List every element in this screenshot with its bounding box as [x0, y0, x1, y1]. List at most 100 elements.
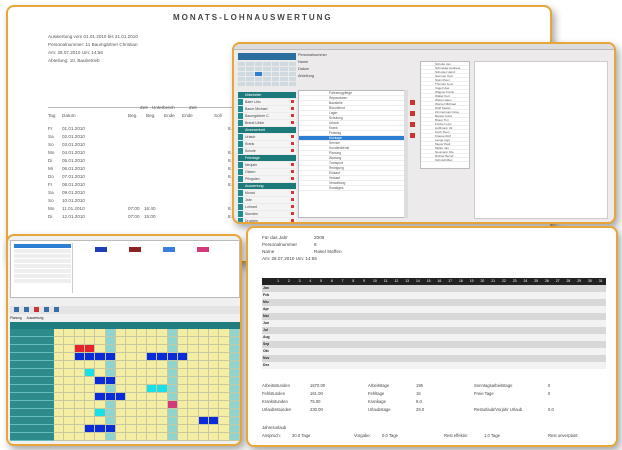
grid-cell[interactable]: [167, 425, 178, 433]
grid-cell[interactable]: [74, 353, 85, 361]
grid-cell[interactable]: [219, 377, 230, 385]
delete-button[interactable]: [410, 100, 415, 105]
calendar-day[interactable]: [254, 67, 263, 71]
calendar-day[interactable]: [288, 62, 296, 66]
grid-cell[interactable]: [146, 401, 158, 409]
remove-icon[interactable]: [291, 177, 294, 180]
grid-cell[interactable]: [157, 393, 168, 401]
calendar-day[interactable]: [246, 62, 254, 66]
grid-cell[interactable]: [115, 409, 127, 417]
sidebar-section-header[interactable]: Abwesenheit: [238, 127, 296, 133]
grid-cell[interactable]: [115, 377, 127, 385]
grid-cell[interactable]: [64, 353, 75, 361]
grid-cell[interactable]: [95, 337, 106, 345]
grid-cell[interactable]: [74, 409, 85, 417]
grid-cell[interactable]: [115, 393, 127, 401]
remove-icon[interactable]: [291, 121, 294, 124]
grid-cell[interactable]: [146, 377, 158, 385]
grid-cell[interactable]: [54, 345, 65, 353]
grid-cell[interactable]: [105, 425, 116, 433]
grid-cell[interactable]: [84, 345, 96, 353]
grid-cell[interactable]: [198, 385, 209, 393]
grid-cell[interactable]: [74, 425, 85, 433]
grid-cell[interactable]: [146, 425, 158, 433]
employee-name-cell[interactable]: [10, 369, 54, 377]
grid-cell[interactable]: [177, 417, 189, 425]
sidebar-item[interactable]: Baier Udo: [238, 99, 296, 105]
grid-cell[interactable]: [208, 393, 220, 401]
grid-cell[interactable]: [219, 409, 230, 417]
grid-cell[interactable]: [95, 401, 106, 409]
activity-list[interactable]: Fahrzeugpflege Reparaturen Baustelle Bürodi…: [298, 90, 406, 218]
calendar-day[interactable]: [271, 67, 280, 71]
calendar-day[interactable]: [263, 72, 271, 76]
calendar-day[interactable]: [238, 62, 246, 66]
calendar-day[interactable]: [246, 67, 254, 71]
grid-cell[interactable]: [157, 417, 168, 425]
delete-button[interactable]: [410, 133, 415, 138]
grid-cell[interactable]: [54, 409, 65, 417]
grid-cell[interactable]: [126, 417, 137, 425]
grid-cell[interactable]: [157, 425, 168, 433]
grid-cell[interactable]: [84, 361, 96, 369]
grid-cell[interactable]: [177, 377, 189, 385]
grid-cell[interactable]: [208, 353, 220, 361]
employee-name-cell[interactable]: [10, 401, 54, 409]
grid-cell[interactable]: [208, 409, 220, 417]
grid-cell[interactable]: [74, 417, 85, 425]
grid-cell[interactable]: [64, 417, 75, 425]
sidebar-item[interactable]: Jahr: [238, 197, 296, 203]
sidebar-item[interactable]: Pfingsten: [238, 176, 296, 182]
grid-cell[interactable]: [167, 393, 178, 401]
grid-cell[interactable]: [84, 433, 96, 441]
grid-cell[interactable]: [198, 377, 209, 385]
grid-cell[interactable]: [219, 385, 230, 393]
grid-cell[interactable]: [105, 345, 116, 353]
employee-name-cell[interactable]: [10, 409, 54, 417]
grid-cell[interactable]: [74, 369, 85, 377]
grid-cell[interactable]: [84, 417, 96, 425]
grid-cell[interactable]: [219, 337, 230, 345]
sidebar-item[interactable]: Baumgärtner C.: [238, 113, 296, 119]
remove-icon[interactable]: [291, 135, 294, 138]
grid-cell[interactable]: [167, 353, 178, 361]
grid-cell[interactable]: [219, 393, 230, 401]
calendar-day[interactable]: [246, 77, 254, 81]
grid-cell[interactable]: [115, 401, 127, 409]
grid-cell[interactable]: [229, 425, 240, 433]
calendar-day[interactable]: [280, 62, 288, 66]
grid-cell[interactable]: [208, 433, 220, 441]
sidebar-item[interactable]: Ostern: [238, 169, 296, 175]
grid-cell[interactable]: [64, 361, 75, 369]
grid-cell[interactable]: [74, 401, 85, 409]
sidebar-item[interactable]: Bauer Michael: [238, 106, 296, 112]
grid-cell[interactable]: [105, 337, 116, 345]
toolbar-icon[interactable]: [44, 307, 49, 312]
calendar-day[interactable]: [254, 72, 263, 76]
sidebar-section-header[interactable]: Auswertung: [238, 183, 296, 189]
grid-cell[interactable]: [146, 353, 158, 361]
grid-cell[interactable]: [219, 369, 230, 377]
grid-cell[interactable]: [229, 433, 240, 441]
employee-name-cell[interactable]: [10, 337, 54, 345]
calendar-day[interactable]: [271, 77, 280, 81]
grid-cell[interactable]: [54, 393, 65, 401]
grid-cell[interactable]: [229, 393, 240, 401]
grid-cell[interactable]: [126, 393, 137, 401]
calendar-day[interactable]: [254, 82, 263, 86]
grid-cell[interactable]: [188, 345, 199, 353]
grid-cell[interactable]: [74, 385, 85, 393]
calendar-day[interactable]: [288, 67, 296, 71]
calendar-day[interactable]: [246, 82, 254, 86]
grid-cell[interactable]: [54, 425, 65, 433]
grid-cell[interactable]: [126, 425, 137, 433]
calendar-day[interactable]: [238, 77, 246, 81]
grid-cell[interactable]: [167, 417, 178, 425]
grid-cell[interactable]: [177, 385, 189, 393]
employee-list[interactable]: Schulte Jan Schneider Andreas Schuster Hei…: [420, 61, 470, 169]
grid-cell[interactable]: [146, 369, 158, 377]
grid-cell[interactable]: [95, 393, 106, 401]
grid-cell[interactable]: [95, 353, 106, 361]
grid-cell[interactable]: [219, 425, 230, 433]
grid-cell[interactable]: [146, 409, 158, 417]
